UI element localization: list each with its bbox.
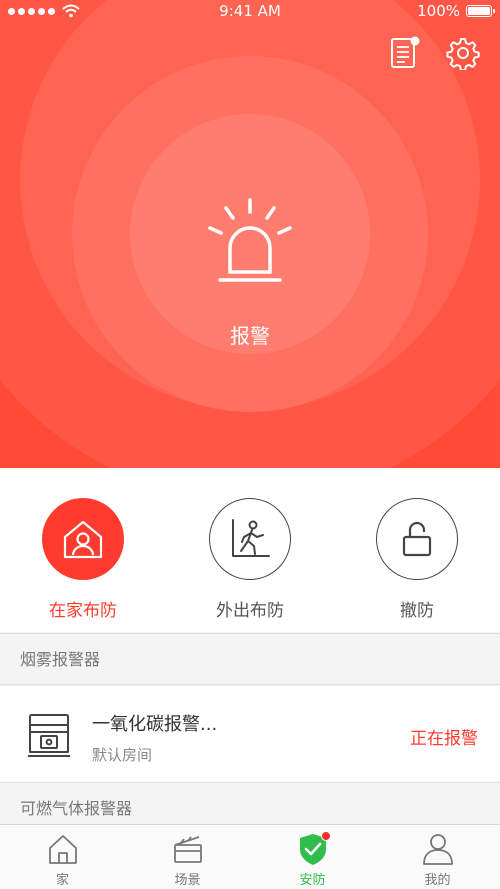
mode-home-arm[interactable]: 在家布防: [0, 498, 166, 621]
section-header-smoke: 烟雾报警器: [0, 633, 500, 685]
device-alarm-status: 正在报警: [410, 729, 478, 749]
tab-label: 场景: [174, 873, 201, 888]
walking-out-icon: [232, 519, 270, 557]
home-user-icon: [63, 520, 103, 559]
log-button[interactable]: [390, 36, 422, 74]
mode-icon-circle: [209, 498, 291, 580]
tab-bar: 家 场景 安防 我的: [0, 824, 500, 889]
device-room: 默认房间: [92, 746, 153, 764]
tab-label: 我的: [424, 873, 451, 888]
unlock-icon: [402, 521, 432, 557]
siren-icon: [208, 198, 292, 282]
co-detector-icon: [26, 712, 72, 762]
battery-icon: [466, 5, 495, 17]
device-name: 一氧化碳报警...: [92, 714, 218, 735]
device-row-co-detector[interactable]: 一氧化碳报警... 默认房间 正在报警: [0, 686, 500, 782]
mode-label: 撤防: [400, 601, 434, 621]
settings-button[interactable]: [446, 36, 480, 74]
mode-icon-circle: [376, 498, 458, 580]
document-list-icon: [391, 36, 420, 68]
clapperboard-icon: [173, 836, 202, 863]
home-icon: [48, 835, 77, 864]
mode-away-arm[interactable]: 外出布防: [167, 498, 333, 621]
mode-icon-circle: [42, 498, 124, 580]
status-bar: 9:41 AM 100%: [0, 0, 500, 24]
tab-me[interactable]: 我的: [375, 831, 500, 888]
mode-label: 外出布防: [216, 601, 284, 621]
person-icon: [422, 834, 453, 865]
battery-status: 100%: [417, 2, 495, 20]
notification-badge: [321, 831, 331, 841]
alarm-label: 报警: [230, 324, 270, 348]
arming-modes: 在家布防 外出布防 撤防: [0, 468, 500, 632]
mode-label: 在家布防: [49, 601, 117, 621]
battery-percent: 100%: [417, 2, 460, 20]
alarm-hero: 9:41 AM 100% 报警: [0, 0, 500, 468]
tab-home[interactable]: 家: [0, 831, 125, 888]
tab-security[interactable]: 安防: [250, 831, 375, 888]
tab-scenes[interactable]: 场景: [125, 831, 250, 888]
gear-icon: [446, 38, 480, 72]
tab-label: 安防: [299, 873, 326, 888]
mode-disarm[interactable]: 撤防: [334, 498, 500, 621]
tab-label: 家: [55, 873, 69, 888]
alarm-button[interactable]: [206, 196, 294, 290]
